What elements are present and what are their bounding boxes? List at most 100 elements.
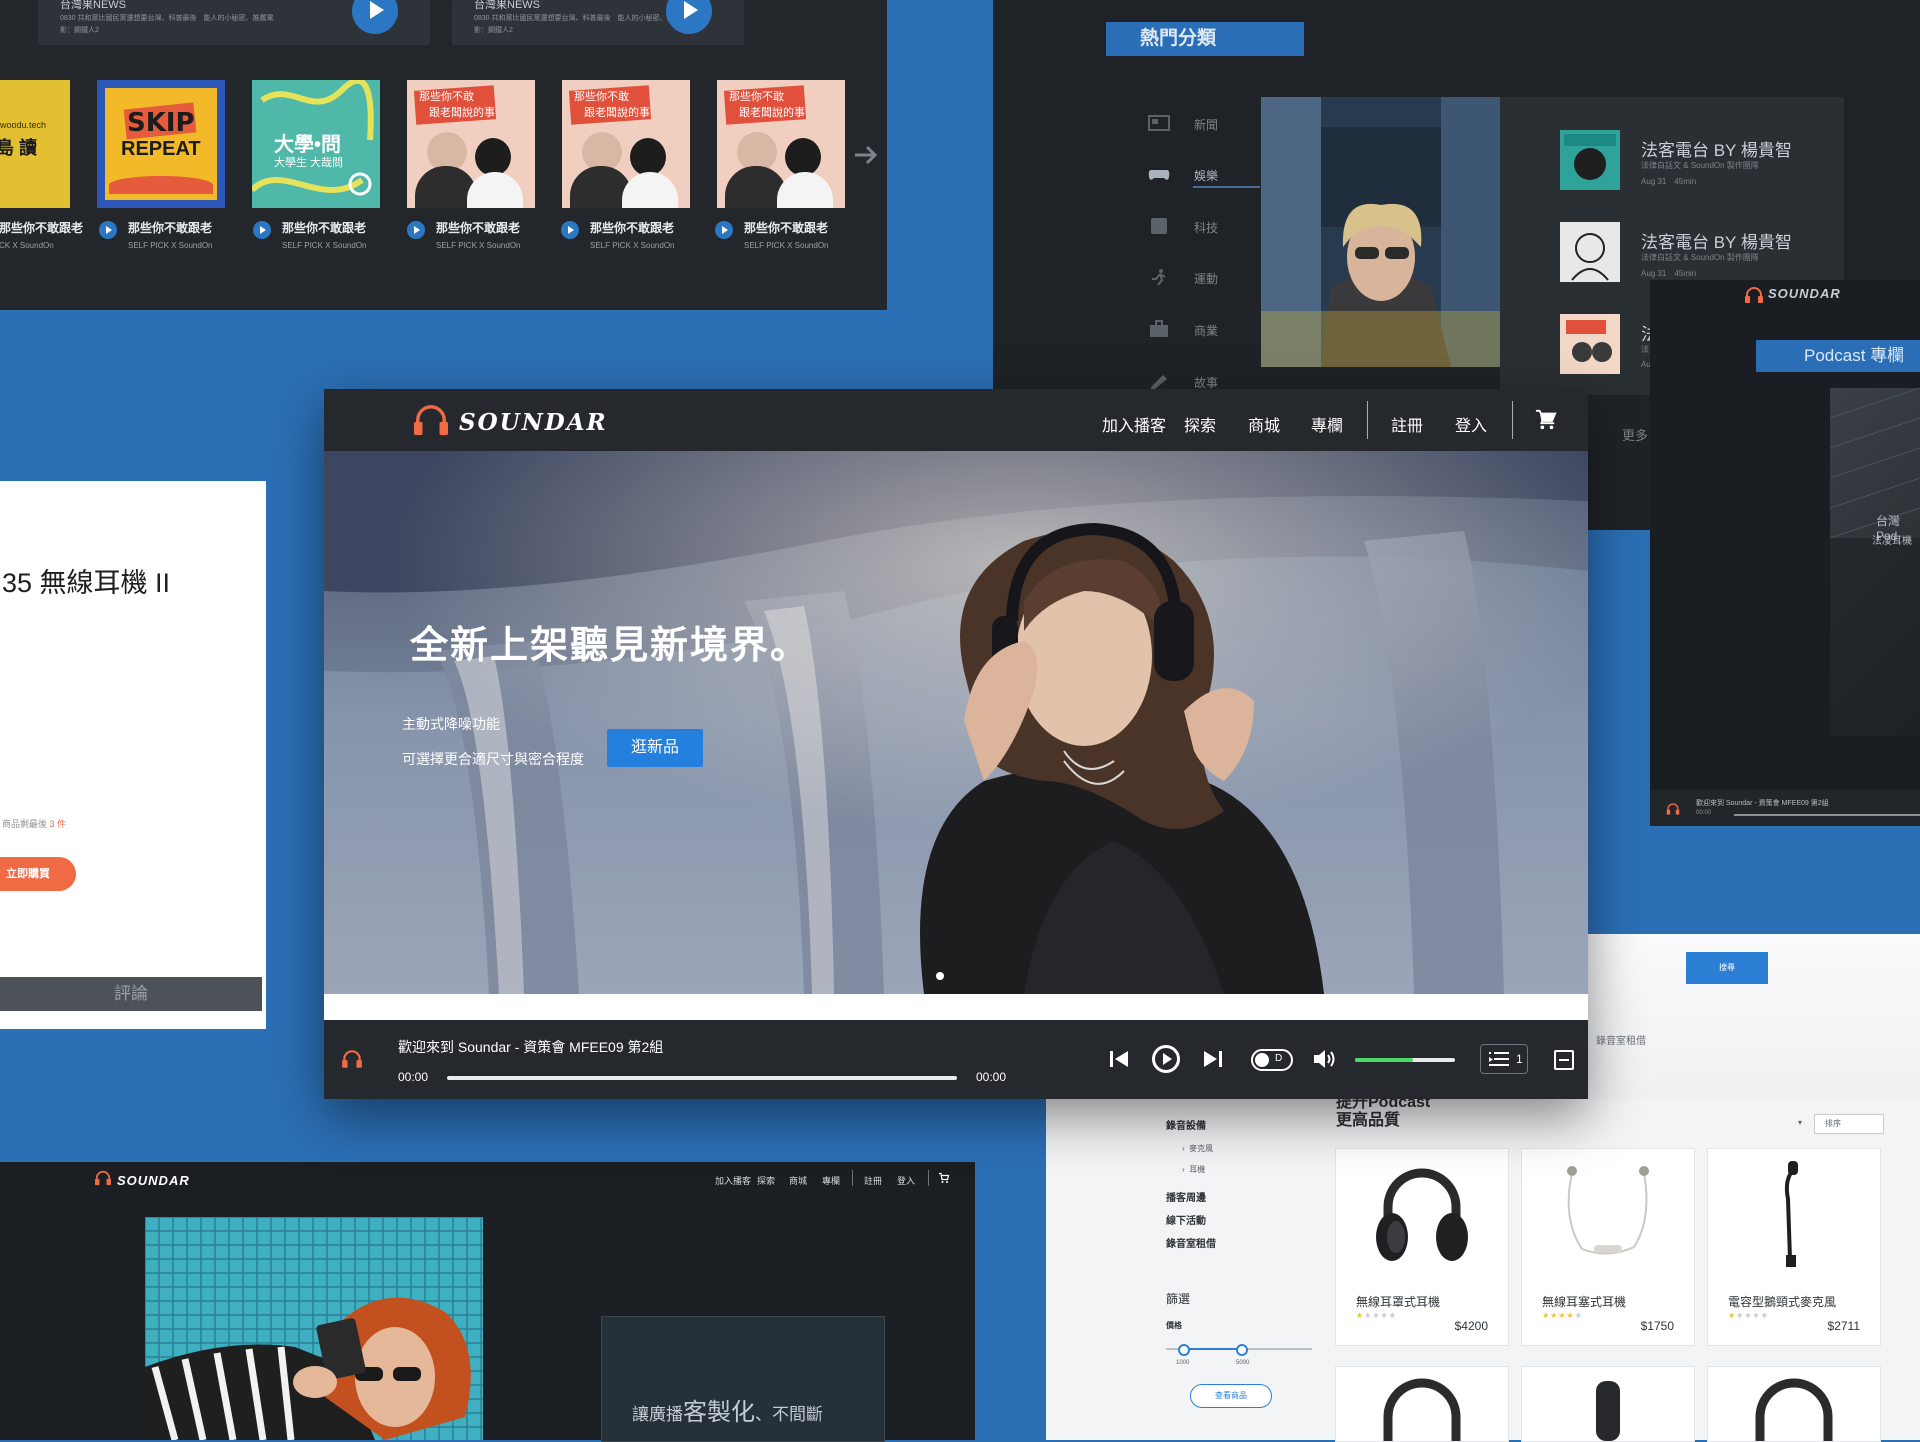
nav-register[interactable]: 註冊 [1391, 412, 1423, 436]
minimize-player-icon[interactable] [1554, 1050, 1574, 1070]
category-item-tech[interactable]: 科技 [1148, 215, 1268, 239]
sidebar-podcast-merch[interactable]: 播客周邊 [1166, 1189, 1206, 1204]
podcast-row[interactable]: 法客電台 BY 楊貴智 法律白話文 & SoundOn 製作團隊 Aug 31 … [1560, 130, 1850, 194]
category-item-news[interactable]: 新聞 [1148, 112, 1268, 136]
sidebar-recording-gear[interactable]: 錄音設備 [1166, 1117, 1206, 1132]
nav-divider [852, 1170, 853, 1186]
nav-item[interactable]: 專欄 [822, 1174, 840, 1187]
nav-item[interactable]: 加入播客 [715, 1174, 751, 1187]
podcast-cover[interactable]: woodu.tech 島 讀 [0, 80, 70, 208]
stock-note: 商品剩最後 3 件 [2, 817, 66, 830]
sidebar-sub-item[interactable]: › 麥克風 [1182, 1143, 1213, 1154]
product-card[interactable] [1521, 1366, 1695, 1442]
product-card[interactable] [1707, 1366, 1881, 1442]
news-card[interactable]: 台灣果NEWS 0830 共和黨比國民黨還想要台灣、科普最後 能人的小秘密、推薦… [452, 0, 744, 45]
gamepad-icon [1148, 170, 1170, 180]
podcast-cover[interactable]: 那些你不敢 跟老闆說的事 [407, 80, 535, 208]
product-detail-card: 35 無線耳機 II 商品剩最後 3 件 立即購買 評論 [0, 481, 266, 1029]
category-item-business[interactable]: 商業 [1148, 318, 1268, 342]
volume-icon[interactable] [1311, 1046, 1339, 1072]
podcast-subtitle: 法 [1641, 345, 1649, 354]
headphones-product-image [1755, 1378, 1833, 1441]
nav-item[interactable]: 註冊 [864, 1174, 882, 1187]
hero-headline: 全新上架聽見新境界。 [410, 625, 811, 667]
buy-now-button[interactable]: 立即購買 [0, 857, 76, 891]
podcast-list-panel: 台灣果NEWS 0830 共和黨比國民黨還想要台灣、科普最後 能人的小秘密、推薦… [0, 0, 887, 310]
headphones-logo-icon [414, 405, 448, 436]
nav-columns[interactable]: 專欄 [1311, 412, 1343, 436]
podcast-meta: Aug 31 45min [1641, 269, 1697, 278]
play-icon[interactable] [99, 221, 117, 239]
shop-headline-line: 更高品質 [1336, 1112, 1401, 1129]
category-item-sports[interactable]: 運動 [1148, 266, 1268, 290]
cart-icon[interactable] [1535, 409, 1557, 431]
nav-item[interactable]: 探索 [757, 1174, 775, 1187]
nav-join-podcaster[interactable]: 加入播客 [1102, 412, 1166, 436]
cover-text: 跟老闆說的事 [584, 107, 650, 119]
play-icon[interactable] [1150, 1043, 1182, 1075]
shop-new-button[interactable]: 逛新品 [607, 729, 703, 767]
product-rating: ★★★★★ [1542, 1311, 1583, 1320]
column-image [1829, 387, 1920, 736]
play-icon[interactable] [715, 221, 733, 239]
arrow-right-icon[interactable] [853, 142, 879, 168]
view-products-button[interactable]: 查看商品 [1190, 1384, 1272, 1408]
microphone-product-image [1784, 1161, 1798, 1267]
play-icon[interactable] [352, 0, 398, 34]
category-item-entertainment[interactable]: 娛樂 [1148, 163, 1268, 187]
skip-next-icon[interactable] [1200, 1046, 1226, 1072]
podcast-cover[interactable]: 那些你不敢 跟老闆說的事 [562, 80, 690, 208]
podcast-title: 法客電台 BY 楊貴智 [1641, 233, 1792, 252]
play-icon[interactable] [561, 221, 579, 239]
podcast-title: 法客電台 BY 楊貴智 [1641, 141, 1792, 160]
skip-previous-icon[interactable] [1106, 1046, 1132, 1072]
headphones-icon [342, 1050, 362, 1068]
product-card[interactable]: 無線耳罩式耳機 ★★★★★ $4200 [1335, 1148, 1509, 1346]
podcast-cover[interactable]: 大學•問 大學生 大哉問 [252, 80, 380, 208]
sidebar-studio-rental[interactable]: 錄音室租借 [1166, 1235, 1216, 1250]
headphones-icon [1745, 287, 1763, 303]
sort-select[interactable]: 排序 [1814, 1114, 1884, 1134]
mini-player-progress[interactable] [1734, 814, 1920, 816]
product-card[interactable]: 電容型鵝頸式麥克風 ★★★★★ $2711 [1707, 1148, 1881, 1346]
price-slider-range [1182, 1348, 1240, 1350]
landing-page: SOUNDAR 加入播客 探索 商城 專欄 註冊 登入 讓廣播客製化、不間斷 [0, 1162, 975, 1442]
progress-bar[interactable] [447, 1076, 957, 1080]
more-link[interactable]: 更多 [1622, 425, 1648, 444]
shop-section-label[interactable]: 錄音室租借 [1596, 1032, 1646, 1047]
podcast-row[interactable]: 法客電台 BY 楊貴智 法律白話文 & SoundOn 製作團隊 Aug 31 … [1560, 222, 1850, 286]
news-card[interactable]: 台灣果NEWS 0830 共和黨比國民黨還想要台灣、科普最後 能人的小秘密、推薦… [38, 0, 430, 45]
sidebar-offline-events[interactable]: 線下活動 [1166, 1212, 1206, 1227]
tab-reviews[interactable]: 評論 [0, 977, 262, 1011]
nav-item[interactable]: 登入 [897, 1174, 915, 1187]
carousel-dot[interactable] [936, 972, 944, 980]
product-title: 35 無線耳機 II [2, 568, 171, 598]
cover-text: 那些你不敢 [419, 91, 474, 103]
podcast-cover[interactable]: 那些你不敢 跟老闆說的事 [717, 80, 845, 208]
product-name: 無線耳塞式耳機 [1542, 1295, 1627, 1309]
price-slider-handle[interactable] [1236, 1344, 1248, 1356]
dark-mode-toggle[interactable]: D [1251, 1049, 1293, 1071]
nav-login[interactable]: 登入 [1455, 412, 1487, 436]
sidebar-sub-item[interactable]: › 耳機 [1182, 1164, 1205, 1175]
search-button[interactable]: 搜尋 [1686, 952, 1768, 984]
play-icon[interactable] [253, 221, 271, 239]
price-slider-handle[interactable] [1178, 1344, 1190, 1356]
tagline-emphasis: 客製化 [683, 1399, 755, 1426]
product-card[interactable] [1335, 1366, 1509, 1442]
brand-logo[interactable]: SOUNDAR [459, 409, 608, 436]
podcast-column-button[interactable]: Podcast 專欄 [1756, 340, 1920, 372]
hero-background-image [324, 451, 1588, 994]
filter-icon[interactable]: ▾ [1798, 1118, 1802, 1127]
running-icon [1152, 269, 1166, 286]
hero-feature-2: 可選擇更合適尺寸與密合程度 [402, 751, 584, 767]
nav-explore[interactable]: 探索 [1184, 412, 1216, 436]
podcast-cover[interactable]: SKIP REPEAT [97, 80, 225, 208]
play-icon[interactable] [407, 221, 425, 239]
nav-item[interactable]: 商城 [789, 1174, 807, 1187]
playlist-button[interactable]: 1 [1480, 1044, 1528, 1074]
product-card[interactable]: 無線耳塞式耳機 ★★★★★ $1750 [1521, 1148, 1695, 1346]
stock-prefix: 商品剩最後 [2, 819, 50, 829]
cart-icon[interactable] [938, 1172, 950, 1184]
nav-shop[interactable]: 商城 [1248, 412, 1280, 436]
